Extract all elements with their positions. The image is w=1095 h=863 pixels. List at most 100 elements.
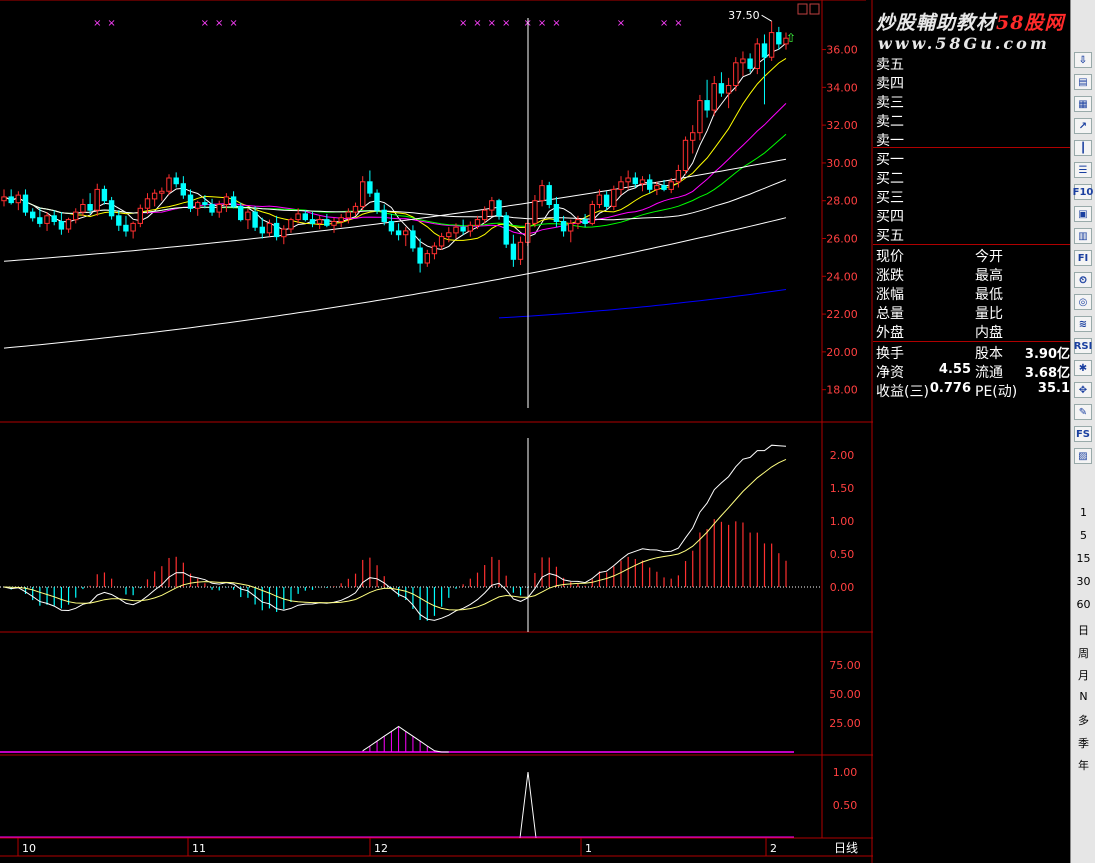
fin-value: 35.1 xyxy=(1037,381,1070,396)
candle xyxy=(223,193,230,213)
candle xyxy=(1,189,7,207)
doc-icon[interactable]: ▤ xyxy=(1074,74,1092,90)
chart-canvas[interactable]: 36.0034.0032.0030.0028.0026.0024.0022.00… xyxy=(0,0,873,863)
candle-body xyxy=(453,226,459,234)
period-label[interactable]: 日线 xyxy=(834,839,858,856)
fs-icon[interactable]: FS xyxy=(1074,426,1092,442)
indicator-panel-4: 1.00 0.50 xyxy=(0,766,858,839)
fin-value: 3.68亿 xyxy=(1024,366,1070,381)
indicator-panel-3: 75.00 50.00 25.00 xyxy=(0,659,861,753)
list-icon[interactable]: ☰ xyxy=(1074,162,1092,178)
ind3-tick-label: 75.00 xyxy=(829,659,861,672)
macd-dea-line xyxy=(3,458,787,611)
grid-icon[interactable]: ▦ xyxy=(1074,96,1092,112)
candle-body xyxy=(417,247,423,264)
candle xyxy=(388,213,395,235)
period-button[interactable]: 60 xyxy=(1071,598,1095,611)
period-button[interactable]: 1 xyxy=(1071,506,1095,519)
candle xyxy=(324,213,330,228)
candle xyxy=(101,185,108,205)
candle xyxy=(639,176,646,192)
stat-label: 最低 xyxy=(975,287,1003,303)
f10-icon[interactable]: F10 xyxy=(1073,184,1093,200)
candle-icon[interactable]: ┃ xyxy=(1074,140,1092,156)
candle-body xyxy=(331,221,337,226)
period-button[interactable]: 月 xyxy=(1071,667,1095,683)
candle-body xyxy=(754,43,760,70)
candle-body xyxy=(209,204,215,213)
ind4-tick-label: 0.50 xyxy=(833,799,858,812)
period-button[interactable]: 30 xyxy=(1071,575,1095,588)
candle xyxy=(747,53,753,73)
signal-mark: × xyxy=(552,18,560,29)
candle-body xyxy=(360,181,366,207)
stat-label: 外盘 xyxy=(876,325,904,341)
signal-mark: × xyxy=(201,18,209,29)
period-button[interactable]: 5 xyxy=(1071,529,1095,542)
signal-mark: × xyxy=(107,18,115,29)
candle-body xyxy=(568,222,574,232)
period-button[interactable]: 年 xyxy=(1071,757,1095,773)
macd-tick-label: 1.50 xyxy=(830,482,855,495)
x-axis-label: 12 xyxy=(374,842,388,855)
candle-body xyxy=(632,177,638,185)
bid-level-label: 买一 xyxy=(876,152,904,168)
candle xyxy=(467,221,474,237)
candle xyxy=(166,174,172,196)
candle-body xyxy=(230,196,237,207)
clock-icon[interactable]: ⏲ xyxy=(1074,272,1092,288)
candle xyxy=(460,219,466,235)
info-icon[interactable]: ▣ xyxy=(1074,206,1092,222)
down-arrow-icon[interactable]: ⇩ xyxy=(1074,52,1092,68)
period-button[interactable]: 周 xyxy=(1071,645,1095,661)
move-icon[interactable]: ✥ xyxy=(1074,382,1092,398)
signal-mark: × xyxy=(215,18,223,29)
candle-body xyxy=(202,202,208,206)
candle xyxy=(410,225,416,252)
candle-body xyxy=(324,219,330,226)
signal-mark: × xyxy=(229,18,237,29)
candle xyxy=(546,181,552,209)
candle-body xyxy=(496,200,502,217)
candle-body xyxy=(517,241,524,260)
wave-icon[interactable]: ≋ xyxy=(1074,316,1092,332)
candle-body xyxy=(345,211,352,219)
period-button[interactable]: N xyxy=(1071,690,1095,703)
fiz-icon[interactable]: FI xyxy=(1074,250,1092,266)
candle-body xyxy=(560,221,567,232)
candle xyxy=(316,215,323,230)
period-button[interactable]: 季 xyxy=(1071,735,1095,751)
candle xyxy=(682,136,689,175)
candle-body xyxy=(51,215,57,223)
candle-body xyxy=(539,185,545,202)
line-chart-icon[interactable]: ↗ xyxy=(1074,118,1092,134)
candle xyxy=(647,174,653,194)
pencil-icon[interactable]: ✎ xyxy=(1074,404,1092,420)
period-button[interactable]: 15 xyxy=(1071,552,1095,565)
tools-icon[interactable]: ✱ xyxy=(1074,360,1092,376)
candle xyxy=(690,125,696,154)
candle-body xyxy=(395,230,402,236)
circle-icon[interactable]: ◎ xyxy=(1074,294,1092,310)
period-button[interactable]: 多 xyxy=(1071,712,1095,728)
x-axis-label: 2 xyxy=(770,842,777,855)
candle-body xyxy=(625,177,631,183)
candle-body xyxy=(747,58,753,69)
bid-level-label: 买三 xyxy=(876,190,904,206)
period-button[interactable]: 日 xyxy=(1071,622,1095,638)
candle-body xyxy=(266,222,273,234)
candle xyxy=(539,179,545,207)
candle-body xyxy=(22,194,29,213)
candle-body xyxy=(295,213,301,221)
candle xyxy=(632,172,638,188)
signal-mark: × xyxy=(538,18,546,29)
candle-body xyxy=(675,170,682,183)
candle xyxy=(761,34,768,105)
candle-body xyxy=(8,196,14,204)
candle xyxy=(603,191,610,211)
candle-body xyxy=(467,224,474,232)
image-icon[interactable]: ▨ xyxy=(1074,448,1092,464)
stat-label: 最高 xyxy=(975,268,1003,284)
fund-icon[interactable]: ▥ xyxy=(1074,228,1092,244)
rsi-icon[interactable]: RSI xyxy=(1074,338,1092,354)
